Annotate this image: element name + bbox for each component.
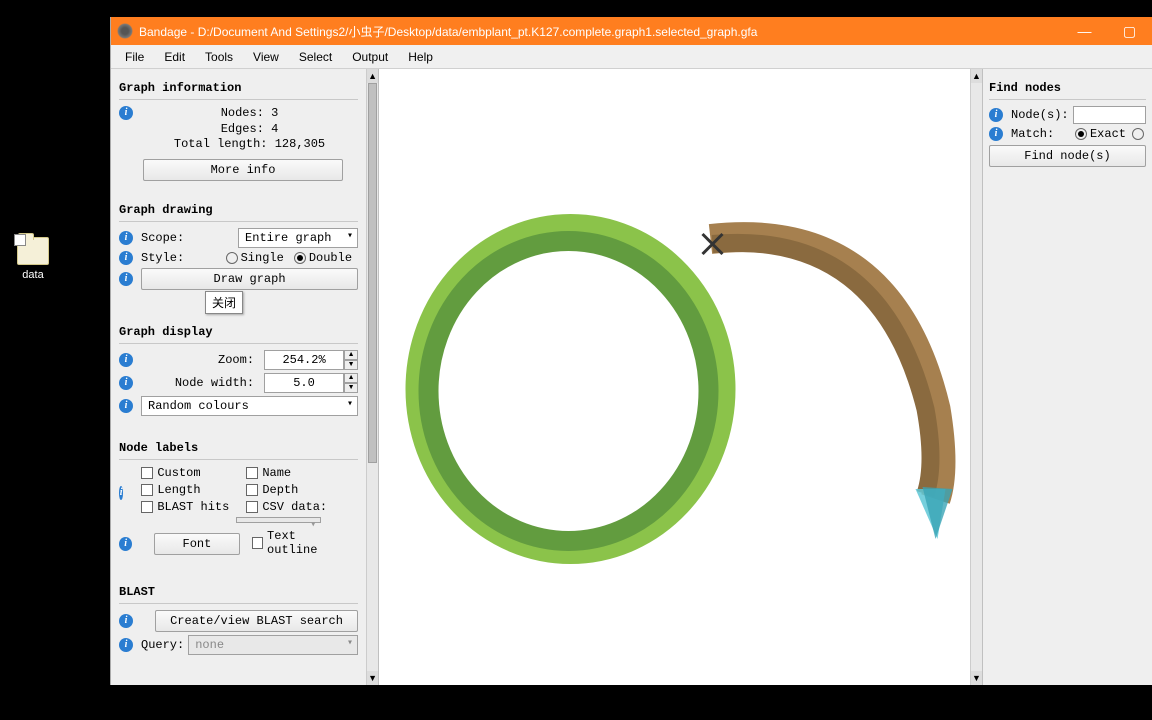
node-width-spinner[interactable]: ▲▼ <box>264 373 358 393</box>
graph-info-text: Nodes: 3 Edges: 4 Total length: 128,305 <box>141 106 358 153</box>
colour-combo[interactable]: Random colours <box>141 396 358 416</box>
query-label: Query: <box>141 638 184 652</box>
info-icon[interactable]: i <box>989 108 1003 122</box>
style-label: Style: <box>141 251 184 265</box>
match-other-radio[interactable] <box>1132 128 1144 140</box>
sidebar-scrollbar[interactable]: ▲ ▼ <box>366 69 378 685</box>
info-icon[interactable]: i <box>119 251 133 265</box>
graph-svg <box>379 69 982 685</box>
desktop: ✓ data Bandage - D:/Document And Setting… <box>0 0 1152 720</box>
desktop-folder-label: data <box>22 269 43 281</box>
style-single-radio[interactable]: Single <box>226 251 284 265</box>
checkbox-icon: ✓ <box>14 234 26 246</box>
left-sidebar: Graph information i Nodes: 3 Edges: 4 To… <box>111 69 379 685</box>
scroll-down-icon[interactable]: ▼ <box>367 671 378 685</box>
menu-output[interactable]: Output <box>342 47 398 67</box>
section-node-labels: Node labels <box>119 441 358 455</box>
chk-length[interactable]: Length <box>141 483 236 497</box>
menu-view[interactable]: View <box>243 47 289 67</box>
find-nodes-input[interactable] <box>1073 106 1146 124</box>
info-icon[interactable]: i <box>119 614 133 628</box>
csv-combo <box>236 517 321 523</box>
find-nodes-button[interactable]: Find node(s) <box>989 145 1146 167</box>
section-graph-info: Graph information <box>119 81 358 95</box>
chk-custom[interactable]: Custom <box>141 466 236 480</box>
minimize-button[interactable]: — <box>1062 17 1107 45</box>
chk-depth[interactable]: Depth <box>246 483 298 497</box>
scrollbar-thumb[interactable] <box>368 83 377 463</box>
workarea: Graph information i Nodes: 3 Edges: 4 To… <box>111 69 1152 685</box>
section-blast: BLAST <box>119 585 358 599</box>
info-icon[interactable]: i <box>119 272 133 286</box>
section-graph-display: Graph display <box>119 325 358 339</box>
more-info-button[interactable]: More info <box>143 159 343 181</box>
section-graph-drawing: Graph drawing <box>119 203 358 217</box>
draw-graph-button[interactable]: Draw graph <box>141 268 358 290</box>
menu-tools[interactable]: Tools <box>195 47 243 67</box>
app-icon <box>117 23 133 39</box>
right-panel: Find nodes i Node(s): i Match: Exact Fin… <box>982 69 1152 685</box>
style-double-radio[interactable]: Double <box>294 251 352 265</box>
zoom-up[interactable]: ▲ <box>344 350 358 360</box>
nw-down[interactable]: ▼ <box>344 383 358 393</box>
desktop-folder-data[interactable]: ✓ data <box>8 237 58 281</box>
menu-select[interactable]: Select <box>289 47 342 67</box>
zoom-input[interactable] <box>264 350 344 370</box>
maximize-button[interactable]: ▢ <box>1107 17 1152 45</box>
info-icon[interactable]: i <box>119 353 133 367</box>
find-nodes-label: Node(s): <box>1011 108 1069 122</box>
info-icon[interactable]: i <box>119 231 133 245</box>
chk-blast[interactable]: BLAST hits <box>141 500 236 514</box>
info-icon[interactable]: i <box>119 486 123 500</box>
scroll-up-icon[interactable]: ▲ <box>367 69 378 83</box>
nw-up[interactable]: ▲ <box>344 373 358 383</box>
scope-label: Scope: <box>141 231 184 245</box>
menu-help[interactable]: Help <box>398 47 443 67</box>
query-combo[interactable]: none <box>188 635 358 655</box>
section-find-nodes: Find nodes <box>989 81 1146 95</box>
chk-csv[interactable]: CSV data: <box>246 500 327 514</box>
match-exact-radio[interactable]: Exact <box>1075 127 1126 141</box>
info-icon[interactable]: i <box>989 127 1003 141</box>
tooltip-close: 关闭 <box>205 291 243 314</box>
info-icon[interactable]: i <box>119 638 133 652</box>
titlebar[interactable]: Bandage - D:/Document And Settings2/小虫子/… <box>111 17 1152 45</box>
info-icon[interactable]: i <box>119 376 133 390</box>
app-window: Bandage - D:/Document And Settings2/小虫子/… <box>110 17 1152 685</box>
chk-text-outline[interactable]: Text outline <box>252 529 348 557</box>
canvas-scroll-up-icon[interactable]: ▲ <box>971 69 982 83</box>
blast-create-button[interactable]: Create/view BLAST search <box>155 610 358 632</box>
info-icon[interactable]: i <box>119 537 132 551</box>
canvas-scrollbar[interactable]: ▲ ▼ <box>970 69 982 685</box>
menu-edit[interactable]: Edit <box>154 47 195 67</box>
zoom-down[interactable]: ▼ <box>344 360 358 370</box>
zoom-label: Zoom: <box>141 353 260 367</box>
scope-combo[interactable]: Entire graph <box>238 228 358 248</box>
info-icon[interactable]: i <box>119 106 133 120</box>
zoom-spinner[interactable]: ▲▼ <box>264 350 358 370</box>
node-width-input[interactable] <box>264 373 344 393</box>
menu-file[interactable]: File <box>115 47 154 67</box>
menubar: File Edit Tools View Select Output Help <box>111 45 1152 69</box>
match-label: Match: <box>1011 127 1054 141</box>
font-button[interactable]: Font <box>154 533 240 555</box>
info-icon[interactable]: i <box>119 399 133 413</box>
window-title: Bandage - D:/Document And Settings2/小虫子/… <box>139 23 1062 40</box>
node-width-label: Node width: <box>141 376 260 390</box>
chk-name[interactable]: Name <box>246 466 291 480</box>
graph-canvas[interactable]: ▲ ▼ <box>379 69 982 685</box>
canvas-scroll-down-icon[interactable]: ▼ <box>971 671 982 685</box>
folder-icon: ✓ <box>17 237 49 265</box>
